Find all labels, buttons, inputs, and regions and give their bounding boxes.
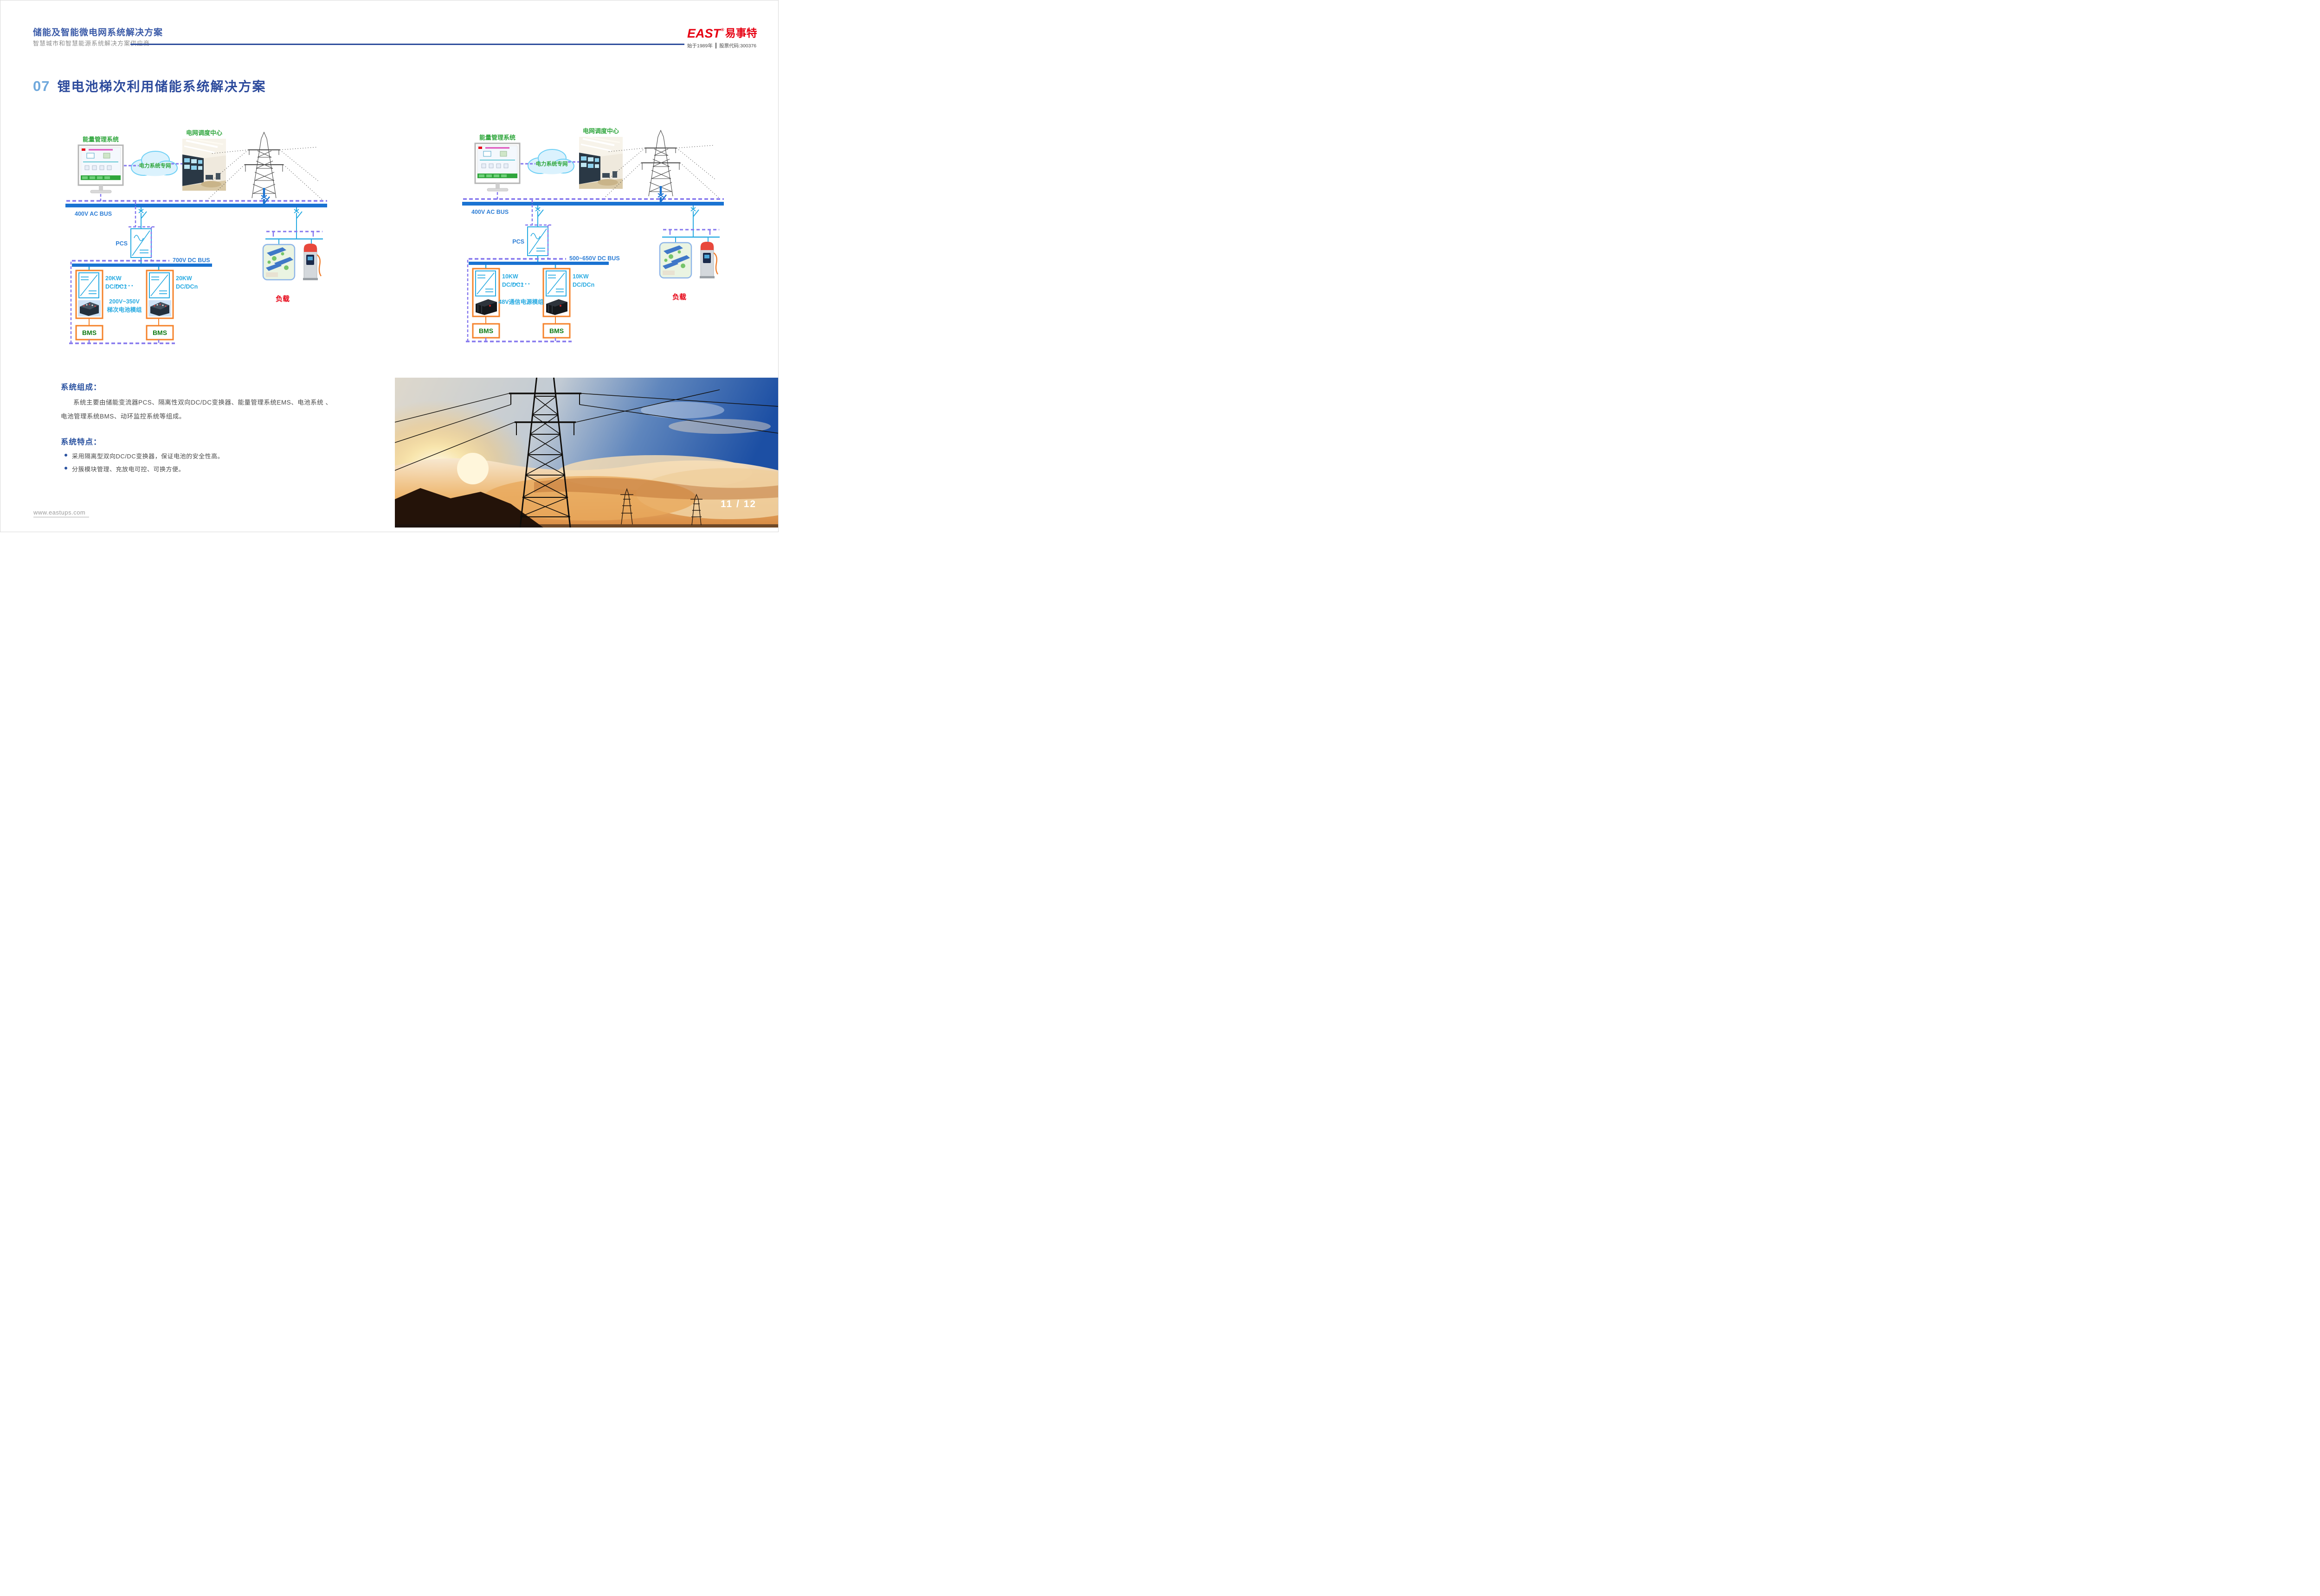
battery-module-n	[147, 270, 173, 318]
logo-tagline: 始于1989年┃股票代码:300376	[687, 42, 771, 49]
pcs-label: PCS	[116, 240, 128, 247]
battery-module-1	[473, 269, 499, 316]
website-link[interactable]: www.eastups.com	[33, 509, 89, 517]
logo-separator: ┃	[715, 43, 717, 49]
header-divider	[130, 44, 684, 45]
battery-pack-icon	[78, 300, 101, 316]
section-number: 07	[33, 78, 50, 95]
composition-text-line2: 电池管理系统BMS、动环监控系统等组成。	[61, 410, 381, 424]
composition-text-line1: 系统主要由储能变流器PCS、隔离性双向DC/DC变换器、能量管理系统EMS、电池…	[61, 396, 381, 410]
ems-monitor-icon	[475, 143, 520, 191]
pcs-breaker-icon	[139, 207, 147, 229]
bmsn-label: BMS	[549, 327, 564, 335]
bms1-label: BMS	[479, 327, 493, 335]
power-network-cloud-icon: 电力系统专网	[528, 149, 574, 174]
east-logo: EAST ® 易事特 始于1989年┃股票代码:300376	[687, 27, 771, 49]
ems-label: 能量管理系统	[83, 136, 119, 143]
logo-stock-code: 股票代码:300376	[719, 43, 756, 49]
dispatch-center-photo	[579, 137, 623, 189]
dc-bus	[72, 264, 212, 267]
convertern-name-label: DC/DCn	[573, 282, 594, 288]
dcdc-converter-symbol	[476, 271, 496, 296]
load-breaker-icon	[294, 207, 302, 239]
dispatch-center-photo	[182, 139, 226, 191]
document-title: 储能及智能微电网系统解决方案	[33, 26, 163, 38]
dc-bus-label: 700V DC BUS	[173, 257, 210, 264]
pcs-breaker-icon	[535, 206, 543, 227]
bms1-label: BMS	[82, 329, 97, 336]
logo-brand-cn: 易事特	[725, 27, 757, 39]
logo-wordmark: EAST	[687, 27, 721, 39]
battery-module-n	[543, 269, 570, 316]
logo-since: 始于1989年	[687, 43, 713, 49]
body-text: 系统组成： 系统主要由储能变流器PCS、隔离性双向DC/DC变换器、能量管理系统…	[61, 381, 381, 473]
ems-monitor-icon	[78, 145, 123, 193]
battery-pack-icon	[148, 300, 171, 316]
document-subtitle: 智慧城市和智慧能源系统解决方案供应商	[33, 39, 150, 47]
building-icon	[263, 245, 295, 280]
page-number: 11 / 12	[721, 499, 756, 510]
dc-bus	[469, 262, 609, 265]
feature-item: 分簇模块管理、充放电可控、可换方便。	[64, 464, 381, 473]
section-title: 锂电池梯次利用储能系统解决方案	[57, 77, 266, 95]
feature-item: 采用隔离型双向DC/DC变换器，保证电池的安全性高。	[64, 451, 381, 460]
ac-bus	[462, 202, 724, 206]
dcdc-converter-symbol	[546, 271, 566, 296]
ev-charger-icon	[303, 244, 321, 280]
features-heading: 系统特点：	[61, 436, 381, 447]
ems-label: 能量管理系统	[479, 134, 516, 141]
registered-mark-icon: ®	[721, 27, 724, 32]
battery-voltage-label: 200V~350V	[109, 298, 140, 305]
pcs-symbol	[131, 229, 151, 257]
features-list: 采用隔离型双向DC/DC变换器，保证电池的安全性高。 分簇模块管理、充放电可控、…	[64, 451, 381, 473]
section-heading: 07 锂电池梯次利用储能系统解决方案	[33, 77, 266, 95]
bmsn-label: BMS	[153, 329, 167, 336]
ellipsis-label: ......	[116, 279, 134, 288]
ev-charger-icon	[700, 242, 718, 278]
cloud-label: 电力系统专网	[139, 162, 171, 169]
pcs-symbol	[528, 227, 548, 256]
battery-module-1	[76, 270, 103, 318]
convertern-name-label: DC/DCn	[176, 283, 198, 290]
brochure-page: 储能及智能微电网系统解决方案 智慧城市和智慧能源系统解决方案供应商 EAST ®…	[0, 0, 779, 532]
dcdc-converter-symbol	[79, 273, 99, 298]
battery-voltage-label: 48V通信电源模组	[498, 298, 544, 305]
load-label: 负载	[276, 295, 290, 303]
dispatch-label: 电网调度中心	[186, 129, 222, 136]
ac-bus	[65, 204, 327, 207]
ac-bus-label: 400V AC BUS	[471, 209, 509, 215]
dispatch-label: 电网调度中心	[583, 128, 619, 135]
load-breaker-icon	[691, 206, 699, 237]
dcdc-converter-symbol	[149, 273, 169, 298]
composition-heading: 系统组成：	[61, 381, 381, 392]
diagram-battery-reuse-700v: 400V AC BUS 能量管理系统	[64, 129, 329, 347]
battery-type-label: 梯次电池模组	[107, 306, 142, 313]
load-label: 负载	[672, 293, 686, 301]
ac-bus-label: 400V AC BUS	[75, 211, 112, 217]
dc-bus-label: 500~650V DC BUS	[569, 255, 620, 262]
convertern-power-label: 10KW	[573, 273, 589, 280]
cloud-label: 电力系统专网	[536, 161, 568, 167]
power-network-cloud-icon: 电力系统专网	[131, 151, 177, 176]
ellipsis-label: ......	[512, 277, 531, 286]
diagram-telecom-48v: 400V AC BUS 能量管理系统 电力系统专网	[461, 127, 726, 345]
building-icon	[660, 243, 691, 278]
convertern-power-label: 20KW	[176, 275, 192, 282]
pcs-label: PCS	[512, 238, 524, 245]
